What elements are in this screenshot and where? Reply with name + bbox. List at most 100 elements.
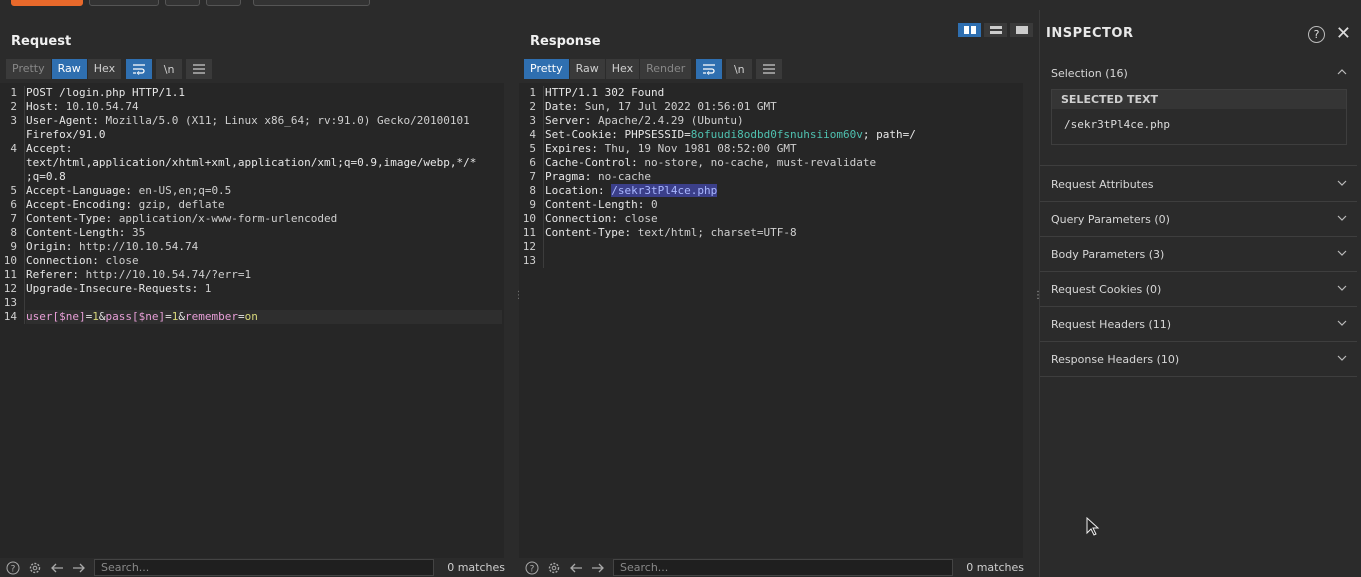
header-value: en-US,en;q=0.5 [131,184,232,197]
inspector-section-body-parameters[interactable]: Body Parameters (3) [1040,237,1357,272]
settings-gear-icon[interactable] [26,559,44,577]
response-tab-pretty[interactable]: Pretty [524,59,569,79]
response-code-line[interactable]: Content-Type: text/html; charset=UTF-8 [545,226,1021,240]
response-code-line[interactable]: Location: /sekr3tPl4ce.php [545,184,1021,198]
response-code-line[interactable]: Expires: Thu, 19 Nov 1981 08:52:00 GMT [545,142,1021,156]
response-code-line[interactable]: Set-Cookie: PHPSESSID=8ofuudi8odbd0fsnuh… [545,128,1021,142]
response-tab-hex[interactable]: Hex [605,59,640,79]
request-tab-raw[interactable]: Raw [51,59,87,79]
menu-icon[interactable] [756,59,783,79]
request-code-line[interactable]: Connection: close [26,254,502,268]
tabbed-layout-icon[interactable] [1010,23,1033,37]
chevron-down-icon[interactable] [1337,316,1347,329]
request-code[interactable]: POST /login.php HTTP/1.1 Host: 10.10.54.7… [24,86,502,324]
inspector-section-request-cookies[interactable]: Request Cookies (0) [1040,272,1357,307]
chevron-down-icon[interactable] [1337,351,1347,364]
response-code-line[interactable]: HTTP/1.1 302 Found [545,86,1021,100]
pane-divider-handle[interactable]: ⋮ [514,291,524,301]
show-newlines-button[interactable]: \n [156,59,183,79]
request-code-line[interactable]: Upgrade-Insecure-Requests: 1 [26,282,502,296]
history-back-button[interactable] [165,0,200,6]
header-name: Pragma: [545,170,592,183]
menu-icon[interactable] [186,59,213,79]
response-editor[interactable]: 1 2 3 4 5 6 7 8 9 10 11 12 13 HTTP/1.1 302 Found Date… [519,83,1023,558]
target-label[interactable] [1093,0,1353,5]
inspector-divider-handle[interactable]: ⋮ [1033,291,1043,301]
response-code-line[interactable] [545,254,1021,268]
request-search-input[interactable]: Search... [94,559,434,576]
previous-match-icon[interactable] [48,559,66,577]
request-code-line[interactable]: Referer: http://10.10.54.74/?err=1 [26,268,502,282]
request-editor[interactable]: 1 2 3 4 5 6 7 8 9 10 11 12 13 14 POST /login.php HTTP… [0,83,504,558]
request-code-line[interactable]: ;q=0.8 [26,170,502,184]
close-icon[interactable]: ✕ [1336,23,1351,44]
body-param-name: user[$ne] [26,310,86,323]
selected-text-value[interactable]: /sekr3tPl4ce.php [1052,109,1346,131]
follow-redirection-button[interactable] [253,0,370,6]
header-value: close [98,254,139,267]
section-label: Query Parameters (0) [1051,213,1170,226]
request-code-line[interactable]: POST /login.php HTTP/1.1 [26,86,502,100]
response-title: Response [530,34,601,49]
wrap-lines-icon[interactable] [696,59,723,79]
request-code-line[interactable]: User-Agent: Mozilla/5.0 (X11; Linux x86_… [26,114,502,128]
history-forward-button[interactable] [206,0,241,6]
chevron-down-icon[interactable] [1337,211,1347,224]
next-match-icon[interactable] [589,559,607,577]
response-search-input[interactable]: Search... [613,559,953,576]
response-code-line[interactable] [545,240,1021,254]
request-code-line[interactable] [26,296,502,310]
chevron-down-icon[interactable] [1337,281,1347,294]
help-icon[interactable]: ? [523,559,541,577]
header-name: Upgrade-Insecure-Requests: [26,282,199,295]
request-code-line[interactable]: Content-Type: application/x-www-form-url… [26,212,502,226]
response-tab-render[interactable]: Render [640,59,692,79]
response-code[interactable]: HTTP/1.1 302 Found Date: Sun, 17 Jul 2022… [543,86,1021,268]
request-code-line[interactable]: Origin: http://10.10.54.74 [26,240,502,254]
inspector-section-request-attributes[interactable]: Request Attributes [1040,167,1357,202]
header-value: text/html; charset=UTF-8 [631,226,797,239]
response-code-line[interactable]: Pragma: no-cache [545,170,1021,184]
side-by-side-layout-icon[interactable] [958,23,981,37]
response-code-line[interactable]: Cache-Control: no-store, no-cache, must-… [545,156,1021,170]
request-code-line[interactable]: Accept-Encoding: gzip, deflate [26,198,502,212]
header-name: Accept-Encoding: [26,198,132,211]
show-newlines-button[interactable]: \n [726,59,753,79]
svg-text:?: ? [11,564,16,574]
inspector-section-request-headers[interactable]: Request Headers (11) [1040,307,1357,342]
body-param-value: on [244,310,258,323]
request-code-line[interactable]: Accept: [26,142,502,156]
inspector-section-query-parameters[interactable]: Query Parameters (0) [1040,202,1357,237]
next-match-icon[interactable] [70,559,88,577]
top-bottom-layout-icon[interactable] [984,23,1007,37]
chevron-down-icon[interactable] [1337,176,1347,189]
request-tab-hex[interactable]: Hex [87,59,122,79]
chevron-up-icon[interactable] [1337,65,1347,78]
line-number: 11 [522,226,536,239]
body-param-name: remember [184,310,238,323]
response-tab-raw[interactable]: Raw [569,59,605,79]
request-code-line[interactable]: Accept-Language: en-US,en;q=0.5 [26,184,502,198]
chevron-down-icon[interactable] [1337,246,1347,259]
send-button[interactable] [11,0,83,6]
request-code-line[interactable]: text/html,application/xhtml+xml,applicat… [26,156,502,170]
request-code-line[interactable]: Host: 10.10.54.74 [26,100,502,114]
inspector-section-response-headers[interactable]: Response Headers (10) [1040,342,1357,377]
response-code-line[interactable]: Content-Length: 0 [545,198,1021,212]
request-tab-pretty[interactable]: Pretty [6,59,51,79]
header-name: Content-Length: [545,198,645,211]
response-code-line[interactable]: Server: Apache/2.4.29 (Ubuntu) [545,114,1021,128]
help-icon[interactable]: ? [4,559,22,577]
previous-match-icon[interactable] [567,559,585,577]
header-name: Cache-Control: [545,156,638,169]
request-code-line[interactable]: Firefox/91.0 [26,128,502,142]
wrap-lines-icon[interactable] [126,59,153,79]
response-code-line[interactable]: Date: Sun, 17 Jul 2022 01:56:01 GMT [545,100,1021,114]
response-code-line[interactable]: Connection: close [545,212,1021,226]
header-name: Content-Type: [26,212,113,225]
settings-gear-icon[interactable] [545,559,563,577]
request-code-line[interactable]: user[$ne]=1&pass[$ne]=1&remember=on [26,310,502,324]
request-code-line[interactable]: Content-Length: 35 [26,226,502,240]
help-icon[interactable]: ? [1308,26,1325,43]
cancel-button[interactable] [89,0,159,6]
